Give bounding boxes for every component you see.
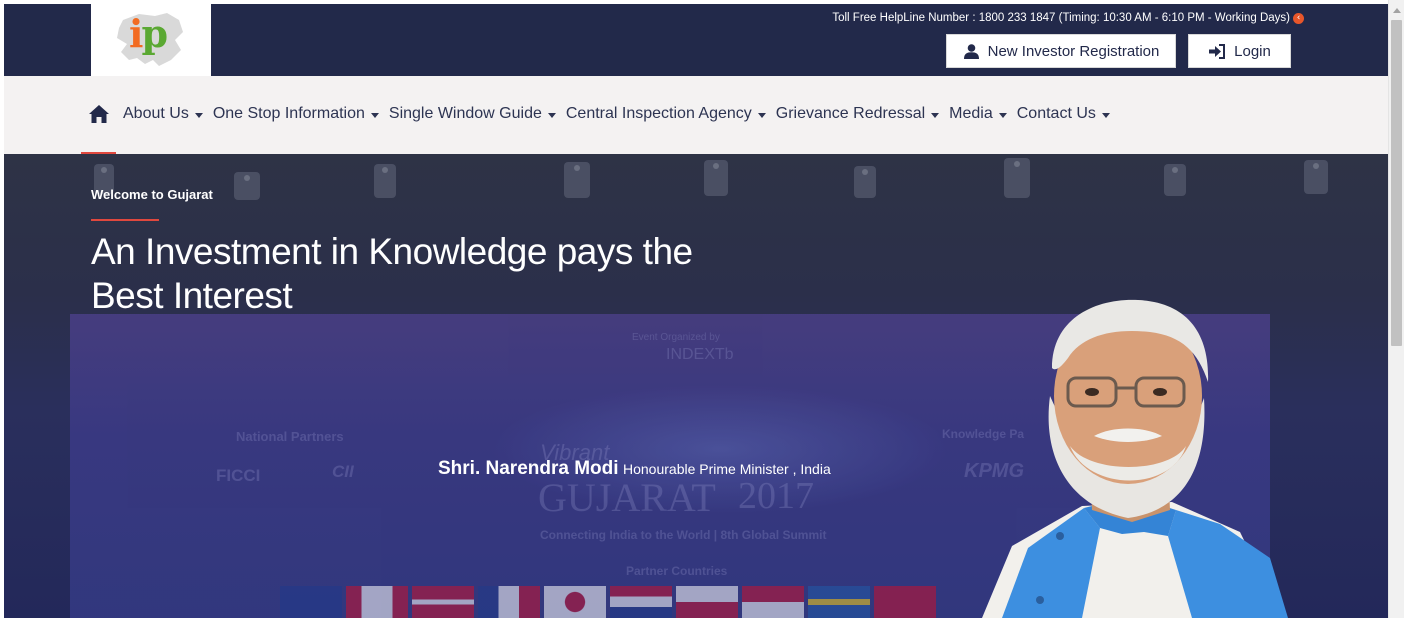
flag-japan: [544, 586, 606, 618]
flag-france: [478, 586, 540, 618]
prime-minister-portrait: [982, 299, 1288, 618]
nav-label: Central Inspection Agency: [565, 105, 752, 122]
login-button[interactable]: Login: [1188, 34, 1291, 68]
logo-wordmark: ip: [129, 11, 168, 56]
flag-canada: [346, 586, 408, 618]
user-icon: [963, 43, 979, 59]
flag-denmark: [412, 586, 474, 618]
eyebrow-divider: [91, 219, 159, 221]
caret-down-icon: [547, 112, 556, 118]
hero-banner: Event Organized by INDEXTb National Part…: [4, 154, 1388, 618]
caret-down-icon: [998, 112, 1007, 118]
sign-in-icon: [1209, 43, 1226, 59]
nav-label: Single Window Guide: [388, 105, 542, 122]
home-icon[interactable]: [88, 104, 110, 124]
scrollbar-thumb[interactable]: [1391, 20, 1402, 346]
bg-indextb: INDEXTb: [666, 346, 734, 363]
flag-poland: [676, 586, 738, 618]
scroll-up-arrow-icon[interactable]: [1393, 8, 1401, 13]
hero-eyebrow: Welcome to Gujarat: [91, 187, 213, 202]
bg-national-partners: National Partners: [236, 429, 344, 444]
caret-down-icon: [931, 112, 940, 118]
page-scrollbar[interactable]: [1388, 0, 1404, 618]
nav-single-window-guide[interactable]: Single Window Guide: [389, 105, 556, 123]
bg-tagline: Connecting India to the World | 8th Glob…: [540, 528, 827, 542]
nav-central-inspection-agency[interactable]: Central Inspection Agency: [566, 105, 766, 123]
nav-label: Grievance Redressal: [775, 105, 926, 122]
nav-label: One Stop Information: [212, 105, 365, 122]
nav-about-us[interactable]: About Us: [123, 105, 203, 123]
top-header: ip Toll Free HelpLine Number : 1800 233 …: [4, 4, 1388, 76]
caret-down-icon: [194, 112, 203, 118]
flag-sweden: [808, 586, 870, 618]
register-label: New Investor Registration: [987, 42, 1160, 60]
login-label: Login: [1234, 42, 1271, 60]
caption-name: Shri. Narendra Modi: [438, 458, 619, 479]
bg-year: 2017: [738, 475, 814, 517]
bg-gujarat: GUJARAT: [538, 475, 716, 520]
bg-partner-countries: Partner Countries: [626, 564, 728, 578]
caption-role: Honourable Prime Minister , India: [622, 461, 831, 477]
flag-australia: [280, 586, 342, 618]
caret-down-icon: [370, 112, 379, 118]
chevron-circle-left-icon[interactable]: ‹: [1293, 13, 1304, 24]
nav-label: About Us: [123, 105, 189, 122]
main-nav: About Us One Stop Information Single Win…: [4, 76, 1388, 154]
flag-uk: [874, 586, 936, 618]
caret-down-icon: [757, 112, 766, 118]
helpline-text: Toll Free HelpLine Number : 1800 233 184…: [832, 12, 1290, 24]
bg-cii-logo: CII: [332, 462, 354, 481]
nav-label: Media: [949, 105, 993, 122]
new-investor-registration-button[interactable]: New Investor Registration: [946, 34, 1176, 68]
hero-headline: An Investment in Knowledge pays the Best…: [91, 231, 693, 316]
flag-singapore: [742, 586, 804, 618]
page: ip Toll Free HelpLine Number : 1800 233 …: [4, 0, 1388, 618]
nav-media[interactable]: Media: [949, 105, 1007, 123]
flag-netherlands: [610, 586, 672, 618]
stage-lights-decoration: [94, 158, 1328, 200]
nav-one-stop-information[interactable]: One Stop Information: [213, 105, 379, 123]
nav-grievance-redressal[interactable]: Grievance Redressal: [775, 105, 940, 123]
portrait-caption: Shri. Narendra Modi Honourable Prime Min…: [438, 458, 831, 480]
bg-ficci-logo: FICCI: [216, 466, 261, 485]
nav-label: Contact Us: [1016, 105, 1096, 122]
caret-down-icon: [1101, 112, 1110, 118]
nav-contact-us[interactable]: Contact Us: [1017, 105, 1110, 123]
site-logo[interactable]: ip: [91, 4, 211, 76]
bg-organized-by: Event Organized by: [632, 332, 720, 343]
